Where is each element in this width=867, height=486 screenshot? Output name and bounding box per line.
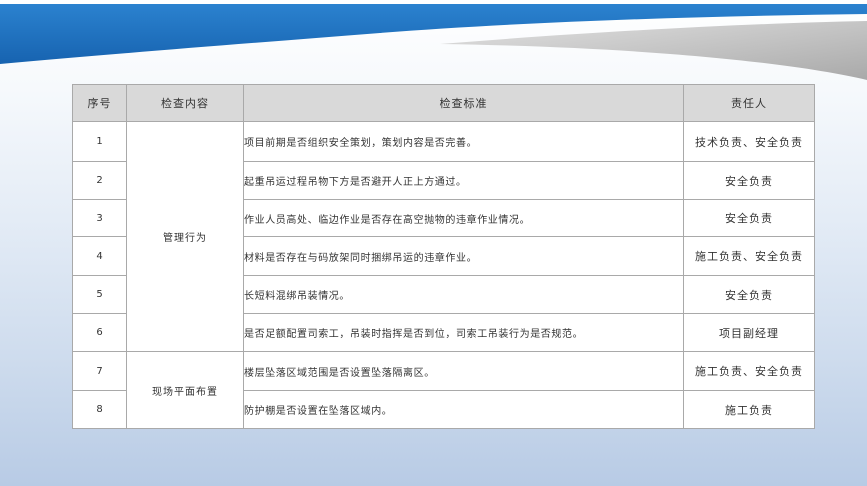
responsible-person: 施工负责、安全负责 bbox=[683, 236, 815, 276]
check-content-management-behavior: 管理行为 bbox=[126, 121, 244, 352]
check-standard: 起重吊运过程吊物下方是否避开人正上方通过。 bbox=[243, 161, 684, 200]
row-number: 6 bbox=[72, 313, 127, 352]
check-standard: 作业人员高处、临边作业是否存在高空抛物的违章作业情况。 bbox=[243, 199, 684, 237]
row-number: 1 bbox=[72, 121, 127, 162]
responsible-person: 施工负责 bbox=[683, 390, 815, 429]
header-check-content: 检查内容 bbox=[126, 84, 244, 122]
check-content-site-layout: 现场平面布置 bbox=[126, 351, 244, 429]
row-number: 2 bbox=[72, 161, 127, 200]
inspection-table: 序号 检查内容 检查标准 责任人 1 管理行为 项目前期是否组织安全策划，策划内… bbox=[72, 84, 815, 429]
header-responsible-person: 责任人 bbox=[683, 84, 815, 122]
table-header-row: 序号 检查内容 检查标准 责任人 bbox=[72, 84, 815, 122]
check-standard: 长短料混绑吊装情况。 bbox=[243, 275, 684, 314]
gray-swoosh bbox=[440, 21, 867, 80]
responsible-person: 技术负责、安全负责 bbox=[683, 121, 815, 162]
row-number: 8 bbox=[72, 390, 127, 429]
table-row: 7 现场平面布置 楼层坠落区域范围是否设置坠落隔离区。 施工负责、安全负责 bbox=[72, 351, 815, 429]
row-number: 5 bbox=[72, 275, 127, 314]
row-number: 3 bbox=[72, 199, 127, 237]
table-row: 1 管理行为 项目前期是否组织安全策划，策划内容是否完善。 技术负责、安全负责 bbox=[72, 121, 815, 352]
check-standard: 项目前期是否组织安全策划，策划内容是否完善。 bbox=[243, 121, 684, 162]
responsible-person: 施工负责、安全负责 bbox=[683, 351, 815, 391]
row-number: 7 bbox=[72, 351, 127, 391]
row-number: 4 bbox=[72, 236, 127, 276]
header-check-standard: 检查标准 bbox=[243, 84, 684, 122]
check-standard: 材料是否存在与码放架同时捆绑吊运的违章作业。 bbox=[243, 236, 684, 276]
header-swoosh-decoration bbox=[0, 4, 867, 80]
check-standard: 防护棚是否设置在坠落区域内。 bbox=[243, 390, 684, 429]
responsible-person: 安全负责 bbox=[683, 199, 815, 237]
check-standard: 是否足额配置司索工，吊装时指挥是否到位，司索工吊装行为是否规范。 bbox=[243, 313, 684, 352]
responsible-person: 安全负责 bbox=[683, 161, 815, 200]
responsible-person: 项目副经理 bbox=[683, 313, 815, 352]
header-serial-number: 序号 bbox=[72, 84, 127, 122]
check-standard: 楼层坠落区域范围是否设置坠落隔离区。 bbox=[243, 351, 684, 391]
responsible-person: 安全负责 bbox=[683, 275, 815, 314]
